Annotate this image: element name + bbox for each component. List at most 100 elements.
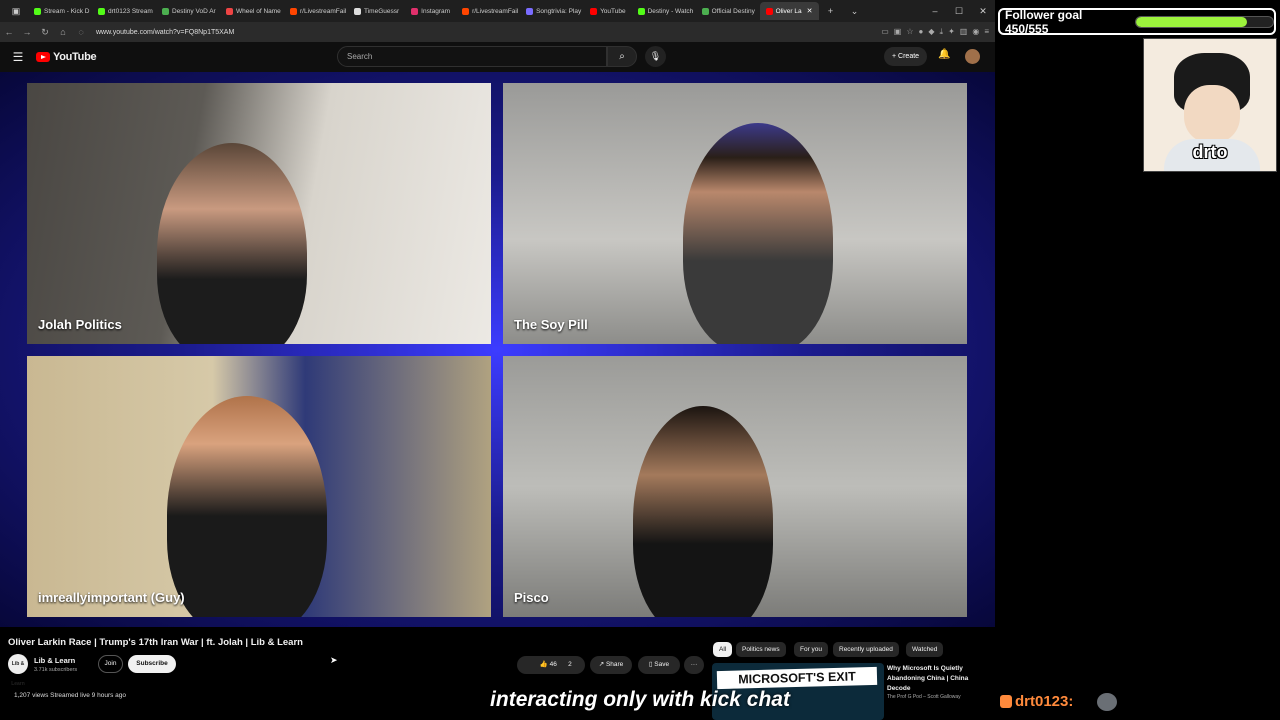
participant-tile: The Soy Pill xyxy=(503,83,967,344)
close-window-icon[interactable]: ✕ xyxy=(971,6,995,17)
participant-video xyxy=(157,143,307,344)
more-dots-icon: ··· xyxy=(690,661,698,668)
follower-goal-fill xyxy=(1135,16,1247,27)
participant-name: imreallyimportant (Guy) xyxy=(38,590,185,605)
tab-label: YouTube xyxy=(600,7,626,15)
channel-name[interactable]: Lib & Learn xyxy=(34,656,75,665)
pip-icon[interactable]: ▭ xyxy=(881,27,889,37)
kick-badge-icon xyxy=(1000,695,1012,708)
menu-dots-icon[interactable]: ≡ xyxy=(984,27,989,37)
tab-favicon-icon xyxy=(590,7,598,15)
participant-tile: Jolah Politics xyxy=(27,83,491,344)
chip-recently-uploaded[interactable]: Recently uploaded xyxy=(833,642,899,657)
reload-icon[interactable]: ↻ xyxy=(36,27,54,38)
streamer-avatar-cam: drto xyxy=(1143,38,1277,172)
tab-favicon-icon xyxy=(162,7,169,15)
microphone-icon[interactable]: 🎙 xyxy=(645,46,666,67)
video-player[interactable]: Jolah Politics The Soy Pill imreallyimpo… xyxy=(0,72,995,627)
browser-tab[interactable]: Oliver La ✕ xyxy=(759,2,819,20)
save-button[interactable]: ▯ Save xyxy=(638,656,680,674)
chat-message: drt0123: xyxy=(1000,693,1073,710)
channel-avatar[interactable]: Lib & Learn xyxy=(8,654,28,687)
tab-label: Wheel of Name xyxy=(236,7,281,15)
follower-goal-widget: Follower goal 450/555 xyxy=(998,7,1276,36)
browser-tab[interactable]: TimeGuessr xyxy=(348,2,405,20)
tab-favicon-icon xyxy=(701,7,709,15)
back-icon[interactable]: ← xyxy=(0,27,18,37)
share-icon: ↗ xyxy=(598,661,605,668)
participant-name: The Soy Pill xyxy=(514,317,588,332)
chip-watched[interactable]: Watched xyxy=(906,642,944,657)
browser-tab[interactable]: Stream - Kick D xyxy=(28,2,92,20)
sidebar-icon[interactable]: ▥ xyxy=(960,27,968,37)
create-button[interactable]: + Create xyxy=(884,47,928,66)
tab-favicon-icon xyxy=(462,7,470,15)
tab-search-icon[interactable]: ⌄ xyxy=(843,6,867,17)
join-button[interactable]: Join xyxy=(98,655,123,673)
browser-tab[interactable]: Instagram xyxy=(405,2,456,20)
youtube-logo[interactable]: YouTube xyxy=(36,51,97,63)
participant-tile: Pisco xyxy=(503,356,967,617)
tab-actions-icon[interactable]: ▣ xyxy=(4,6,28,17)
extension-icon[interactable]: ● xyxy=(919,27,924,37)
browser-tab[interactable]: Destiny VoD Ar xyxy=(156,2,220,20)
minimize-icon[interactable]: – xyxy=(923,6,947,16)
profile-icon[interactable]: ◉ xyxy=(972,27,979,37)
hamburger-menu-icon[interactable]: ☰ xyxy=(0,50,36,64)
bookmark-star-icon[interactable]: ☆ xyxy=(906,27,913,37)
tab-label: r/LivestreamFail xyxy=(300,7,347,15)
comment-count[interactable]: 2 xyxy=(568,661,572,668)
home-icon[interactable]: ⌂ xyxy=(54,27,72,37)
browser-tab[interactable]: Wheel of Name xyxy=(220,2,284,20)
close-tab-icon[interactable]: ✕ xyxy=(807,7,813,15)
mouse-cursor-icon: ➤ xyxy=(330,655,338,665)
tab-favicon-icon xyxy=(526,7,534,15)
more-actions-button[interactable]: ··· xyxy=(684,656,704,674)
video-title: Oliver Larkin Race | Trump's 17th Iran W… xyxy=(8,637,303,648)
forward-icon[interactable]: → xyxy=(18,27,36,37)
site-info-icon[interactable]: ◌ xyxy=(72,27,90,37)
subscriber-count: 3.71k subscribers xyxy=(34,667,78,673)
tab-label: Destiny - Watch xyxy=(647,7,694,15)
browser-tab[interactable]: Official Destiny xyxy=(696,2,760,20)
tab-favicon-icon xyxy=(637,7,645,15)
chip-all[interactable]: All xyxy=(713,642,733,657)
tab-label: drt0123 Stream xyxy=(108,7,153,15)
tab-label: TimeGuessr xyxy=(364,7,400,15)
browser-tab[interactable]: r/LivestreamFail xyxy=(284,2,348,20)
cam-name-label: drto xyxy=(1192,142,1228,162)
screenshot-icon[interactable]: ▣ xyxy=(894,27,902,37)
tab-favicon-icon xyxy=(354,7,361,15)
user-avatar[interactable] xyxy=(965,49,980,64)
browser-tab[interactable]: Destiny - Watch xyxy=(632,2,696,20)
chat-emote-icon xyxy=(1097,693,1117,711)
browser-tab[interactable]: r/LivestreamFail xyxy=(456,2,520,20)
download-icon[interactable]: ⤓ xyxy=(940,27,944,37)
notifications-bell-icon[interactable]: 🔔 xyxy=(938,49,950,60)
bookmark-icon: ▯ xyxy=(648,661,653,668)
follower-goal-text: Follower goal 450/555 xyxy=(1005,7,1083,36)
browser-tab[interactable]: drt0123 Stream xyxy=(92,2,156,20)
subscribe-button[interactable]: Subscribe xyxy=(128,655,176,673)
tab-label: Songtrivia: Play xyxy=(536,7,582,15)
chip-politics-news[interactable]: Politics news xyxy=(736,642,786,657)
like-button[interactable]: 👍 46 xyxy=(530,656,566,674)
maximize-icon[interactable]: ☐ xyxy=(947,6,971,17)
puzzle-icon[interactable]: ✦ xyxy=(948,27,955,37)
search-icon[interactable]: ⌕ xyxy=(607,46,637,67)
search-input[interactable]: Search xyxy=(337,46,607,67)
tab-favicon-icon xyxy=(290,7,297,15)
share-button[interactable]: ↗ Share xyxy=(590,656,632,674)
tab-label: Official Destiny xyxy=(711,7,755,15)
new-tab-button[interactable]: + xyxy=(819,6,843,16)
chip-for-you[interactable]: For you xyxy=(794,642,829,657)
extension-icon[interactable]: ◆ xyxy=(928,27,934,37)
browser-tab[interactable]: Songtrivia: Play xyxy=(520,2,584,20)
tab-favicon-icon xyxy=(98,7,105,15)
tab-label: Instagram xyxy=(421,7,451,15)
url-field[interactable]: www.youtube.com/watch?v=FQ8Np1T5XAM xyxy=(96,29,234,36)
browser-tab[interactable]: YouTube xyxy=(584,2,632,20)
participant-video xyxy=(633,406,773,617)
tab-favicon-icon xyxy=(34,7,41,15)
tab-favicon-icon xyxy=(226,7,233,15)
